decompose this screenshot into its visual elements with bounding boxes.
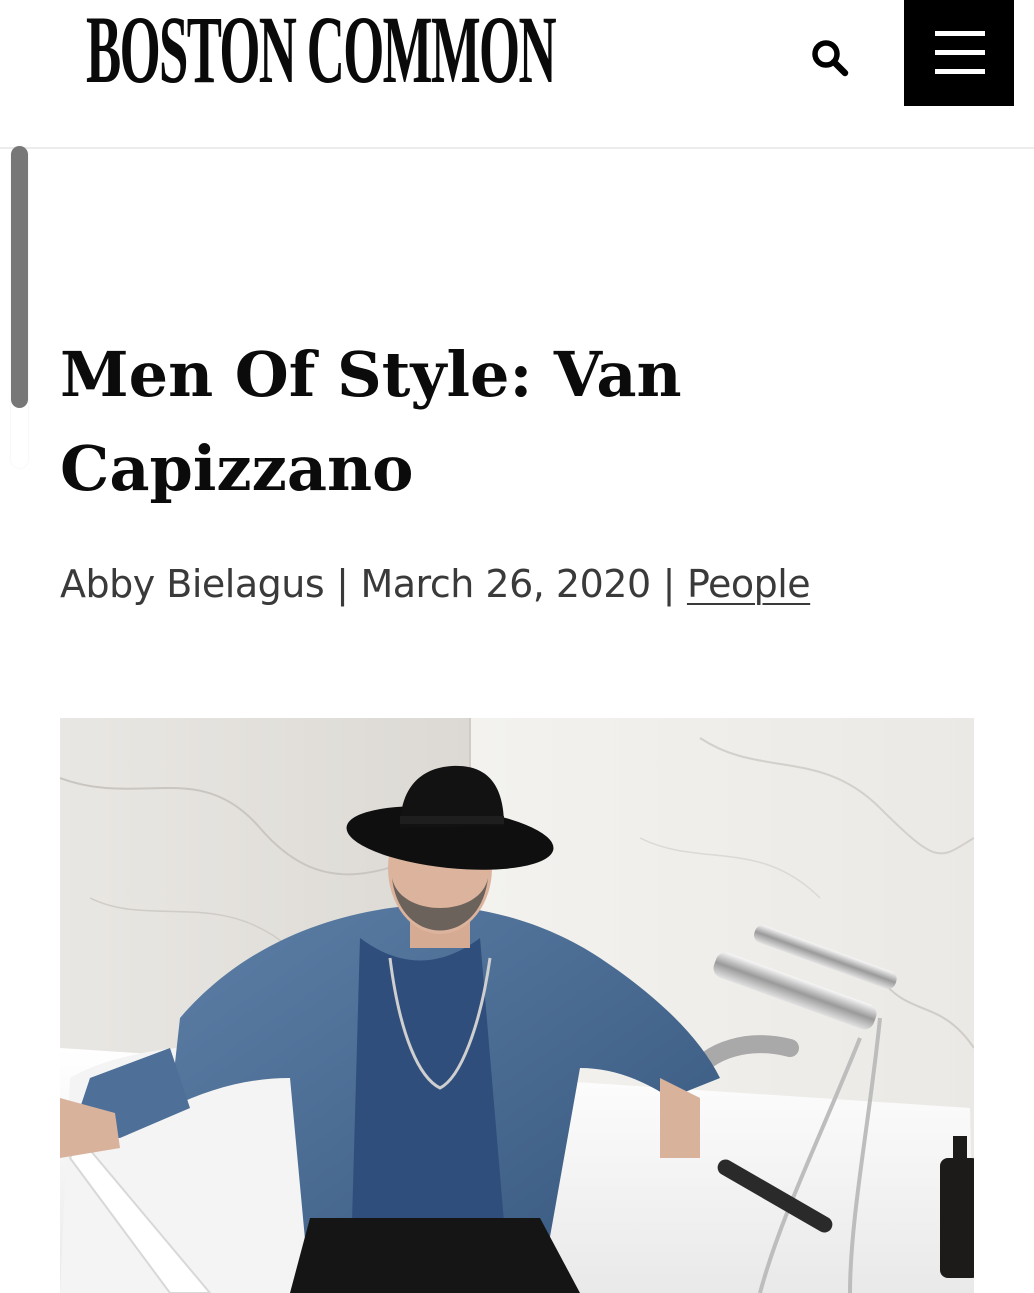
category-link[interactable]: People	[687, 562, 811, 606]
article-byline: Abby Bielagus | March 26, 2020 | People	[60, 556, 811, 612]
hero-photo-illustration	[60, 718, 974, 1293]
site-header: BOSTON COMMON	[0, 0, 1034, 149]
author-name: Abby Bielagus	[60, 562, 325, 606]
hamburger-menu-icon-bar	[935, 50, 985, 55]
publish-date: March 26, 2020	[360, 562, 651, 606]
search-icon	[812, 40, 849, 77]
search-button[interactable]	[806, 34, 854, 82]
hamburger-menu-icon	[935, 31, 985, 36]
byline-separator: |	[336, 562, 349, 606]
page: BOSTON COMMON Men Of Style: Van Capizzan…	[0, 0, 1034, 1293]
hero-photo	[60, 718, 974, 1293]
menu-button[interactable]	[904, 0, 1014, 106]
site-logo[interactable]: BOSTON COMMON	[86, 0, 557, 100]
scrollbar-thumb[interactable]	[11, 146, 28, 408]
byline-separator: |	[662, 562, 676, 606]
article-title: Men Of Style: Van Capizzano	[60, 338, 682, 505]
hamburger-menu-icon-bar	[935, 69, 985, 74]
